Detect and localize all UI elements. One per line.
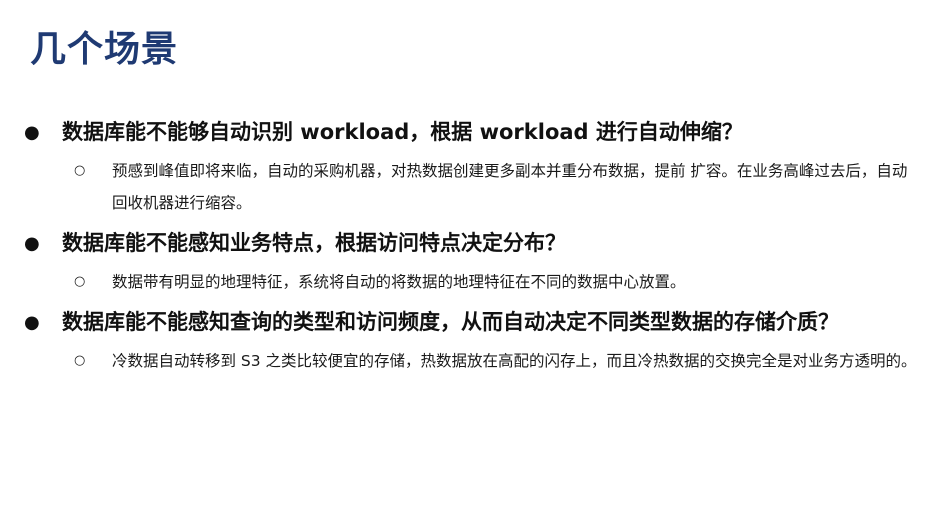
list-item-text: 数据库能不能够自动识别 workload，根据 workload 进行自动伸缩？: [62, 120, 743, 144]
sub-list-item: ○ 预感到峰值即将来临，自动的采购机器，对热数据创建更多副本并重分布数据，提前 …: [0, 155, 939, 219]
page-title: 几个场景: [30, 29, 179, 70]
list-item-text: 数据库能不能感知查询的类型和访问频度，从而自动决定不同类型数据的存储介质？: [62, 310, 839, 334]
list-item: ● 数据库能不能感知业务特点，根据访问特点决定分布？: [0, 221, 939, 266]
hollow-bullet-icon: ○: [74, 274, 86, 289]
sub-list-item-text: 预感到峰值即将来临，自动的采购机器，对热数据创建更多副本并重分布数据，提前 扩容…: [112, 162, 908, 212]
sub-list-item-text: 数据带有明显的地理特征，系统将自动的将数据的地理特征在不同的数据中心放置。: [112, 273, 686, 291]
list-item: ● 数据库能不能够自动识别 workload，根据 workload 进行自动伸…: [0, 110, 939, 155]
sub-list-item: ○ 冷数据自动转移到 S3 之类比较便宜的存储，热数据放在高配的闪存上，而且冷热…: [0, 345, 939, 377]
filled-bullet-icon: ●: [24, 233, 40, 254]
hollow-bullet-icon: ○: [74, 163, 86, 178]
filled-bullet-icon: ●: [24, 122, 40, 143]
sub-list-item: ○ 数据带有明显的地理特征，系统将自动的将数据的地理特征在不同的数据中心放置。: [0, 266, 939, 298]
filled-bullet-icon: ●: [24, 312, 40, 333]
list-item: ● 数据库能不能感知查询的类型和访问频度，从而自动决定不同类型数据的存储介质？: [0, 300, 939, 345]
bullet-list: ● 数据库能不能够自动识别 workload，根据 workload 进行自动伸…: [0, 110, 939, 377]
sub-list-item-text: 冷数据自动转移到 S3 之类比较便宜的存储，热数据放在高配的闪存上，而且冷热数据…: [112, 352, 917, 370]
hollow-bullet-icon: ○: [74, 353, 86, 368]
list-item-text: 数据库能不能感知业务特点，根据访问特点决定分布？: [62, 231, 566, 255]
